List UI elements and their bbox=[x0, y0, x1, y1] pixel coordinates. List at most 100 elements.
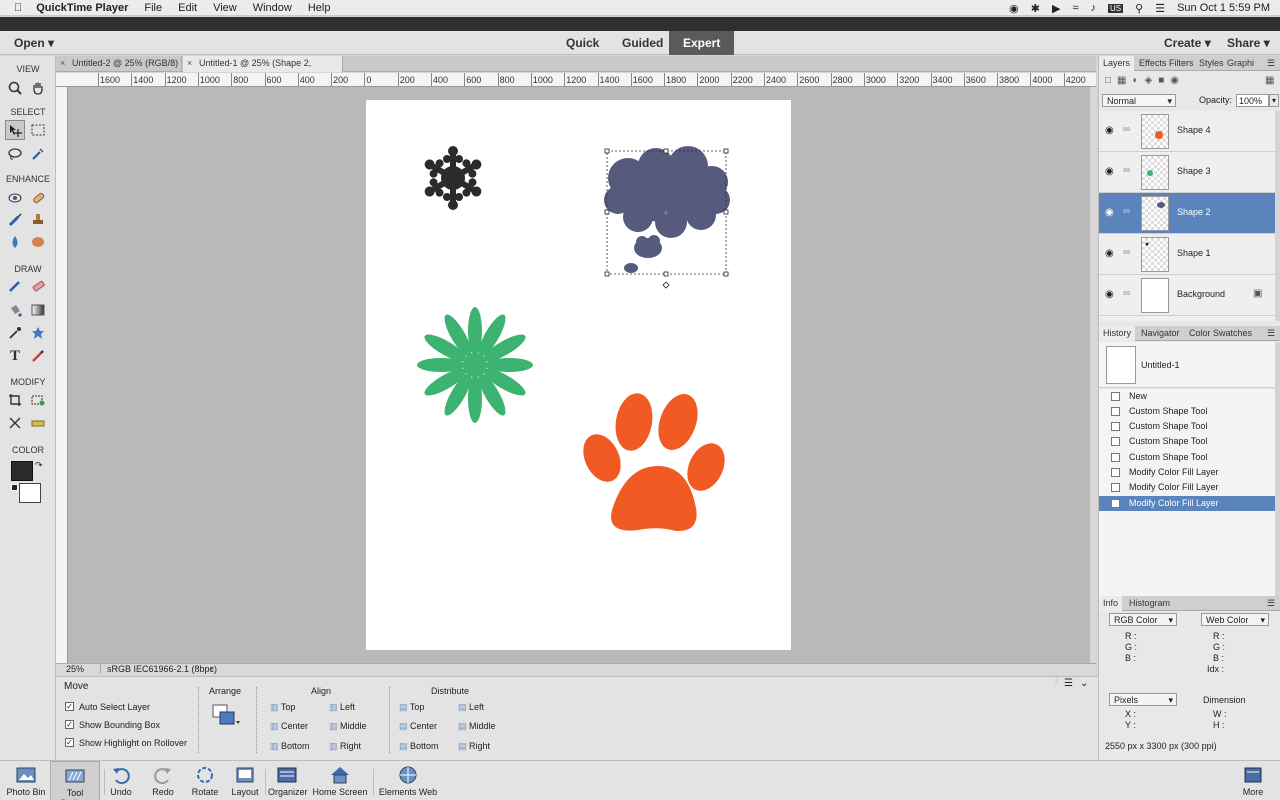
record-icon[interactable]: ◉ bbox=[1009, 2, 1019, 15]
distribute-middle-button[interactable]: ▤ Middle bbox=[458, 721, 496, 732]
snowflake-shape[interactable] bbox=[420, 146, 486, 210]
distribute-right-button[interactable]: ▤ Right bbox=[458, 741, 490, 752]
hand-tool-icon[interactable] bbox=[28, 78, 48, 98]
link-icon[interactable]: ∞ bbox=[1123, 124, 1130, 135]
distribute-bottom-button[interactable]: ▤ Bottom bbox=[399, 741, 439, 752]
opacity-field[interactable]: 100% bbox=[1236, 94, 1269, 107]
clone-stamp-tool-icon[interactable] bbox=[28, 210, 48, 230]
highlight-rollover-checkbox[interactable]: ✓ bbox=[65, 738, 74, 747]
history-item[interactable]: Custom Shape Tool bbox=[1099, 419, 1275, 434]
home-screen-button[interactable]: Home Screen bbox=[312, 761, 368, 800]
background-color-swatch[interactable] bbox=[19, 483, 41, 503]
content-aware-move-icon[interactable] bbox=[5, 413, 25, 433]
history-item[interactable]: New bbox=[1099, 389, 1275, 404]
paw-print-shape[interactable] bbox=[576, 389, 732, 532]
align-left-button[interactable]: ▥ Left bbox=[329, 702, 355, 713]
crop-tool-icon[interactable] bbox=[5, 390, 25, 410]
history-item[interactable]: Custom Shape Tool bbox=[1099, 450, 1275, 465]
history-item[interactable]: Modify Color Fill Layer bbox=[1099, 480, 1275, 495]
tab-layers[interactable]: Layers bbox=[1099, 56, 1135, 71]
distribute-top-button[interactable]: ▤ Top bbox=[399, 702, 424, 713]
elements-web-button[interactable]: Elements Web bbox=[378, 761, 438, 800]
opacity-dropdown-icon[interactable]: ▾ bbox=[1269, 94, 1279, 107]
organizer-button[interactable]: Organizer bbox=[268, 761, 308, 800]
tab-histogram[interactable]: Histogram bbox=[1125, 596, 1174, 611]
align-top-button[interactable]: ▥ Top bbox=[270, 702, 295, 713]
mode-quick[interactable]: Quick bbox=[552, 31, 613, 55]
search-icon[interactable]: ⚲ bbox=[1135, 2, 1143, 15]
blur-tool-icon[interactable] bbox=[5, 232, 25, 252]
type-tool-icon[interactable]: T bbox=[5, 346, 25, 366]
zoom-tool-icon[interactable] bbox=[5, 78, 25, 98]
brush-tool-icon[interactable] bbox=[5, 276, 25, 296]
mode-guided[interactable]: Guided bbox=[608, 31, 677, 55]
zoom-level[interactable]: 25% bbox=[66, 664, 84, 674]
help-icon[interactable]: ❔ bbox=[1048, 678, 1060, 689]
history-item[interactable]: Modify Color Fill Layer bbox=[1099, 465, 1275, 480]
align-bottom-button[interactable]: ▥ Bottom bbox=[270, 741, 310, 752]
eyedropper-tool-icon[interactable] bbox=[5, 323, 25, 343]
menu-window[interactable]: Window bbox=[253, 2, 292, 14]
input-source[interactable]: US bbox=[1108, 3, 1124, 13]
eye-icon[interactable]: ◉ bbox=[1105, 207, 1114, 218]
align-middle-button[interactable]: ▥ Middle bbox=[329, 721, 367, 732]
eye-icon[interactable]: ◉ bbox=[1105, 289, 1114, 300]
options-menu-icon[interactable]: ☰ bbox=[1064, 678, 1073, 689]
layer-shape-3[interactable]: ◉ ∞ Shape 3 bbox=[1099, 152, 1275, 193]
photo-bin-button[interactable]: Photo Bin bbox=[4, 761, 48, 800]
vertical-scrollbar[interactable] bbox=[1090, 87, 1096, 663]
thought-cloud-shape[interactable] bbox=[604, 146, 730, 273]
rotate-button[interactable]: Rotate bbox=[188, 761, 222, 800]
info-mode-select-1[interactable]: RGB Color ▾ bbox=[1109, 613, 1177, 626]
create-button[interactable]: Create ▾ bbox=[1164, 31, 1211, 55]
bluetooth-icon[interactable]: ✱ bbox=[1031, 2, 1040, 15]
chevron-right-icon[interactable]: › bbox=[210, 663, 213, 673]
units-select[interactable]: Pixels ▾ bbox=[1109, 693, 1177, 706]
red-eye-tool-icon[interactable] bbox=[5, 188, 25, 208]
swap-colors-icon[interactable]: ↷ bbox=[35, 460, 43, 471]
panel-menu-icon[interactable]: ☰ bbox=[1263, 596, 1279, 611]
tab-untitled-2[interactable]: ×Untitled-2 @ 25% (RGB/8) * bbox=[56, 56, 182, 83]
lasso-tool-icon[interactable] bbox=[5, 144, 25, 164]
history-item[interactable]: Custom Shape Tool bbox=[1099, 404, 1275, 419]
tab-info[interactable]: Info bbox=[1099, 596, 1123, 611]
gradient-tool-icon[interactable] bbox=[28, 300, 48, 320]
layer-shape-2[interactable]: ◉ ∞ Shape 2 bbox=[1099, 193, 1275, 234]
mode-expert[interactable]: Expert bbox=[669, 31, 735, 55]
open-button[interactable]: Open ▾ bbox=[14, 31, 54, 55]
blend-mode-select[interactable]: Normal ▾ bbox=[1102, 94, 1176, 107]
close-icon[interactable]: × bbox=[187, 56, 192, 71]
more-button[interactable]: More bbox=[1238, 761, 1268, 800]
collapse-icon[interactable]: ⌄ bbox=[1080, 678, 1088, 689]
move-tool-icon[interactable] bbox=[5, 120, 25, 140]
undo-button[interactable]: Undo bbox=[108, 761, 134, 800]
link-icon[interactable]: ∞ bbox=[1123, 247, 1130, 258]
align-center-button[interactable]: ▥ Center bbox=[270, 721, 308, 732]
layers-scrollbar[interactable] bbox=[1275, 111, 1280, 321]
link-icon[interactable]: ∞ bbox=[1123, 206, 1130, 217]
redo-button[interactable]: Redo bbox=[150, 761, 176, 800]
link-icon[interactable]: ∞ bbox=[1123, 165, 1130, 176]
play-icon[interactable]: ▶ bbox=[1052, 2, 1060, 15]
green-star-shape[interactable] bbox=[417, 307, 533, 423]
arrange-dropdown[interactable] bbox=[212, 703, 242, 729]
apple-icon[interactable]:  bbox=[14, 2, 22, 14]
history-item-selected[interactable]: Modify Color Fill Layer bbox=[1099, 496, 1275, 511]
eraser-tool-icon[interactable] bbox=[28, 276, 48, 296]
menu-edit[interactable]: Edit bbox=[178, 2, 197, 14]
layout-button[interactable]: Layout bbox=[230, 761, 260, 800]
tab-filters[interactable]: Filters bbox=[1165, 56, 1198, 71]
distribute-center-button[interactable]: ▤ Center bbox=[399, 721, 437, 732]
document-canvas[interactable] bbox=[366, 100, 791, 650]
layer-shape-4[interactable]: ◉ ∞ Shape 4 bbox=[1099, 111, 1275, 152]
tab-navigator[interactable]: Navigator bbox=[1137, 326, 1184, 341]
share-button[interactable]: Share ▾ bbox=[1227, 31, 1270, 55]
marquee-tool-icon[interactable] bbox=[28, 120, 48, 140]
default-colors-icon[interactable] bbox=[11, 484, 18, 491]
info-mode-select-2[interactable]: Web Color ▾ bbox=[1201, 613, 1269, 626]
align-right-button[interactable]: ▥ Right bbox=[329, 741, 361, 752]
auto-select-checkbox[interactable]: ✓ bbox=[65, 702, 74, 711]
recompose-tool-icon[interactable] bbox=[28, 390, 48, 410]
paint-bucket-tool-icon[interactable] bbox=[5, 300, 25, 320]
clock[interactable]: Sun Oct 1 5:59 PM bbox=[1177, 2, 1270, 14]
